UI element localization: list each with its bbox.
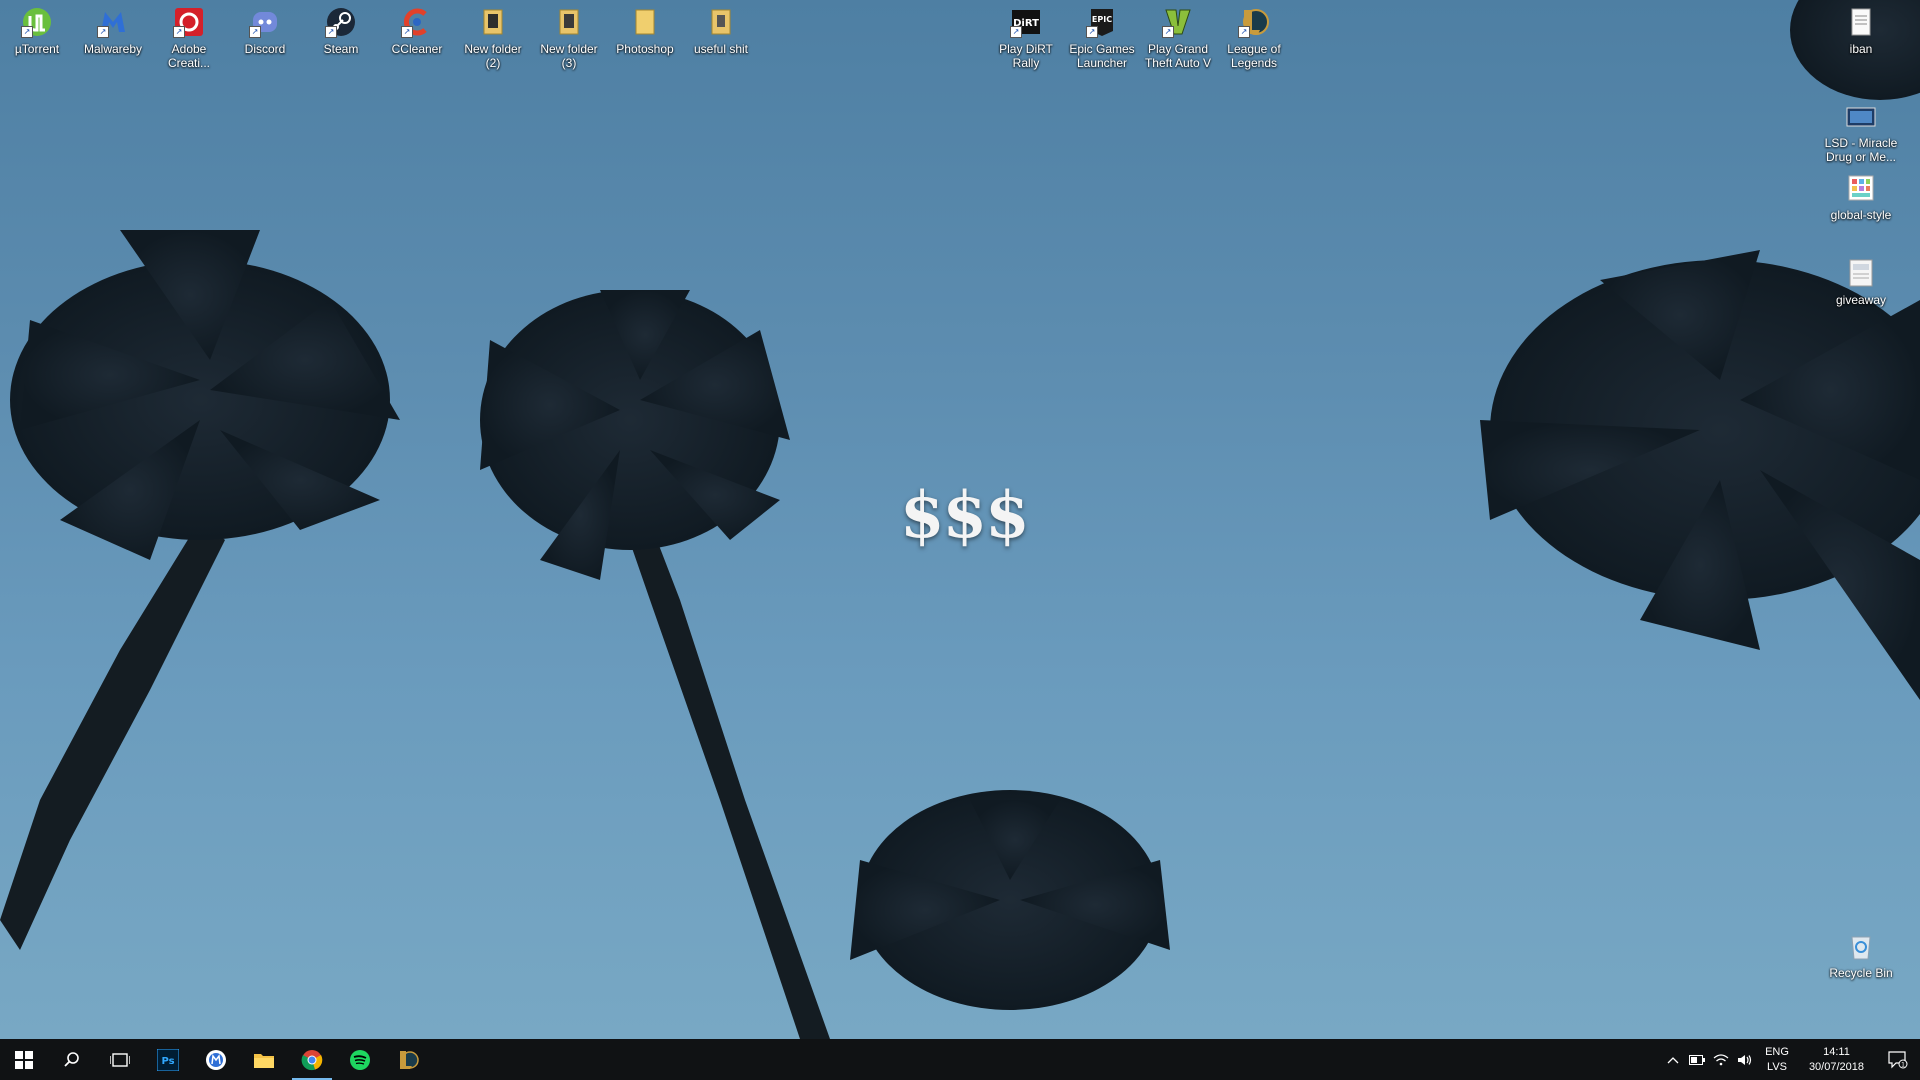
desktop-icon-ccleaner[interactable]: ↗ CCleaner bbox=[380, 6, 454, 56]
desktop-icon-label: LSD - Miracle Drug or Me... bbox=[1824, 136, 1898, 164]
desktop-icon-label: iban bbox=[1849, 42, 1873, 56]
clock-button[interactable]: 14:11 30/07/2018 bbox=[1797, 1045, 1876, 1075]
search-button[interactable] bbox=[48, 1039, 96, 1080]
clock-date: 30/07/2018 bbox=[1808, 1060, 1864, 1073]
league-icon: ↗ bbox=[1238, 6, 1270, 38]
desktop-icon-label: New folder (2) bbox=[464, 42, 522, 70]
show-hidden-icons-button[interactable] bbox=[1661, 1039, 1685, 1080]
desktop-icon-league-of-legends[interactable]: ↗ League of Legends bbox=[1217, 6, 1291, 70]
input-language-button[interactable]: ENG LVS bbox=[1757, 1045, 1797, 1075]
folder-icon bbox=[477, 6, 509, 38]
ccleaner-icon: ↗ bbox=[401, 6, 433, 38]
desktop-icon-iban[interactable]: iban bbox=[1824, 6, 1898, 56]
desktop-icon-label: New folder (3) bbox=[540, 42, 598, 70]
text-file-icon bbox=[1845, 6, 1877, 38]
image-file-icon bbox=[1845, 172, 1877, 204]
utorrent-icon: ↗ bbox=[21, 6, 53, 38]
desktop-icon-label: Photoshop bbox=[616, 42, 674, 56]
task-view-icon bbox=[110, 1052, 130, 1067]
desktop[interactable]: $$$ ↗ µTorrent ↗ Malwareby ↗ Adobe Creat… bbox=[0, 0, 1920, 1039]
desktop-icon-steam[interactable]: ↗ Steam bbox=[304, 6, 378, 56]
folder-icon bbox=[254, 1053, 274, 1068]
desktop-icon-label: global-style bbox=[1830, 208, 1892, 222]
wifi-icon bbox=[1713, 1053, 1729, 1065]
desktop-icon-malwarebytes[interactable]: ↗ Malwareby bbox=[76, 6, 150, 56]
desktop-icon-label: Recycle Bin bbox=[1829, 966, 1893, 980]
desktop-icon-label: Discord bbox=[244, 42, 286, 56]
desktop-icon-utorrent[interactable]: ↗ µTorrent bbox=[0, 6, 74, 56]
epic-games-icon: EPIC ↗ bbox=[1086, 6, 1118, 38]
desktop-icon-adobe-creative-cloud[interactable]: ↗ Adobe Creati... bbox=[152, 6, 226, 70]
wallpaper-dollar-text: $$$ bbox=[900, 478, 1030, 553]
steam-icon: ↗ bbox=[325, 6, 357, 38]
desktop-icon-new-folder-2[interactable]: New folder (2) bbox=[456, 6, 530, 70]
desktop-icon-label: CCleaner bbox=[391, 42, 443, 56]
desktop-icon-dirt-rally[interactable]: DiRT ↗ Play DiRT Rally bbox=[989, 6, 1063, 70]
svg-text:EPIC: EPIC bbox=[1092, 15, 1112, 24]
search-icon bbox=[64, 1051, 79, 1067]
recycle-bin-icon bbox=[1845, 930, 1877, 962]
adobe-cc-icon: ↗ bbox=[173, 6, 205, 38]
spotify-icon bbox=[350, 1049, 370, 1070]
battery-tray-button[interactable] bbox=[1685, 1039, 1709, 1080]
league-icon bbox=[400, 1050, 419, 1069]
folder-icon bbox=[553, 6, 585, 38]
notification-count: 1 bbox=[1901, 1061, 1905, 1068]
desktop-icon-label: useful shit bbox=[693, 42, 749, 56]
dirt-rally-icon: DiRT ↗ bbox=[1010, 6, 1042, 38]
photoshop-icon-text: Ps bbox=[161, 1056, 174, 1067]
discord-icon: ↗ bbox=[249, 6, 281, 38]
desktop-icon-recycle-bin[interactable]: Recycle Bin bbox=[1824, 930, 1898, 980]
document-file-icon bbox=[1845, 257, 1877, 289]
desktop-icon-useful-folder[interactable]: useful shit bbox=[684, 6, 758, 56]
desktop-icon-label: giveaway bbox=[1835, 293, 1887, 307]
action-center-button[interactable]: 1 bbox=[1876, 1039, 1920, 1080]
desktop-icon-label: League of Legends bbox=[1227, 42, 1281, 70]
start-button[interactable] bbox=[0, 1039, 48, 1080]
chrome-taskbar-button[interactable] bbox=[288, 1039, 336, 1080]
windows-icon bbox=[15, 1050, 33, 1069]
malwarebytes-icon bbox=[206, 1049, 226, 1070]
system-tray: ENG LVS 14:11 30/07/2018 1 bbox=[1661, 1039, 1920, 1080]
gta-v-icon: ↗ bbox=[1162, 6, 1194, 38]
desktop-icon-label: µTorrent bbox=[14, 42, 60, 56]
malwarebytes-taskbar-button[interactable] bbox=[192, 1039, 240, 1080]
desktop-icon-lsd-video[interactable]: LSD - Miracle Drug or Me... bbox=[1824, 100, 1898, 164]
desktop-icon-label: Epic Games Launcher bbox=[1069, 42, 1135, 70]
desktop-icon-label: Play DiRT Rally bbox=[999, 42, 1053, 70]
desktop-icon-new-folder-3[interactable]: New folder (3) bbox=[532, 6, 606, 70]
task-view-button[interactable] bbox=[96, 1039, 144, 1080]
keyboard-layout-code: LVS bbox=[1767, 1060, 1787, 1073]
desktop-icon-photoshop-folder[interactable]: Photoshop bbox=[608, 6, 682, 56]
language-code: ENG bbox=[1765, 1045, 1789, 1058]
desktop-icon-label: Play Grand Theft Auto V bbox=[1144, 42, 1212, 70]
network-tray-button[interactable] bbox=[1709, 1039, 1733, 1080]
volume-tray-button[interactable] bbox=[1733, 1039, 1757, 1080]
folder-icon bbox=[705, 6, 737, 38]
photoshop-icon: Ps bbox=[157, 1048, 179, 1071]
desktop-icon-gta-v[interactable]: ↗ Play Grand Theft Auto V bbox=[1141, 6, 1215, 70]
desktop-icon-label: Steam bbox=[323, 42, 359, 56]
photoshop-taskbar-button[interactable]: Ps bbox=[144, 1039, 192, 1080]
desktop-icon-giveaway[interactable]: giveaway bbox=[1824, 257, 1898, 307]
malwarebytes-icon: ↗ bbox=[97, 6, 129, 38]
desktop-icon-global-style[interactable]: global-style bbox=[1824, 172, 1898, 222]
clock-time: 14:11 bbox=[1823, 1045, 1850, 1058]
desktop-icon-epic-games[interactable]: EPIC ↗ Epic Games Launcher bbox=[1065, 6, 1139, 70]
notification-icon: 1 bbox=[1888, 1050, 1908, 1068]
video-file-icon bbox=[1845, 100, 1877, 132]
desktop-icon-label: Malwareby bbox=[83, 42, 143, 56]
league-taskbar-button[interactable] bbox=[384, 1039, 432, 1080]
chevron-up-icon bbox=[1667, 1056, 1679, 1063]
speaker-icon bbox=[1738, 1054, 1752, 1065]
spotify-taskbar-button[interactable] bbox=[336, 1039, 384, 1080]
file-explorer-taskbar-button[interactable] bbox=[240, 1039, 288, 1080]
chrome-icon bbox=[301, 1049, 323, 1070]
desktop-icon-discord[interactable]: ↗ Discord bbox=[228, 6, 302, 56]
desktop-icon-label: Adobe Creati... bbox=[167, 42, 210, 70]
folder-icon bbox=[629, 6, 661, 38]
taskbar: Ps ENG LVS 14:11 30/07/2018 1 bbox=[0, 1039, 1920, 1080]
battery-icon bbox=[1689, 1054, 1706, 1065]
